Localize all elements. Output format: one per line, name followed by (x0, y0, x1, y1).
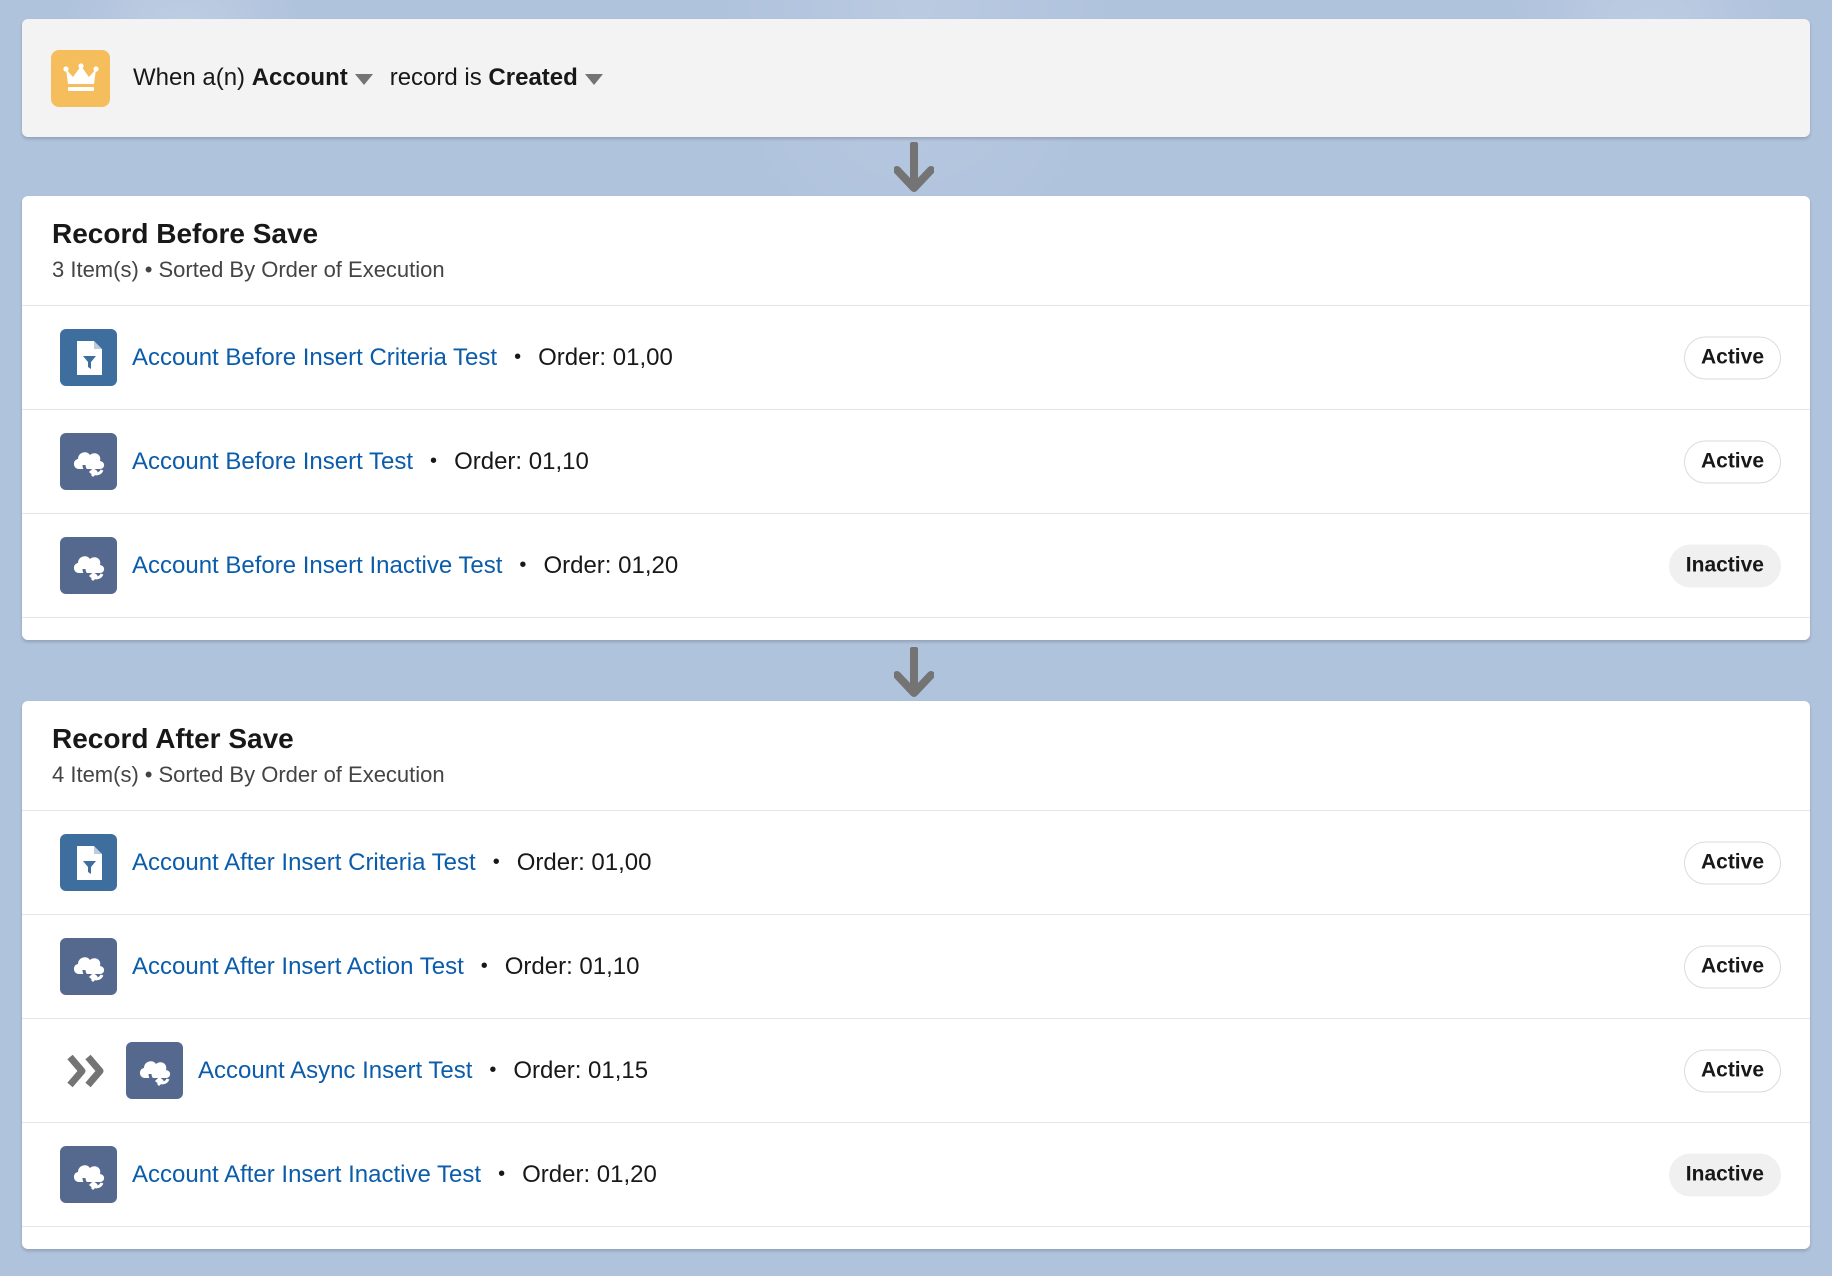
flow-cloud-icon (60, 938, 117, 995)
order-value: Order: 01,20 (543, 551, 679, 579)
list-item: Account After Insert Criteria Test • Ord… (22, 811, 1810, 915)
status-badge: Inactive (1668, 1153, 1781, 1196)
order-value: Order: 01,15 (513, 1056, 649, 1084)
flow-link[interactable]: Account Before Insert Test (132, 448, 413, 476)
separator-dot: • (144, 762, 153, 787)
separator-dot: • (514, 346, 522, 368)
section-record-after-save: Record After Save 4 Item(s) • Sorted By Or… (22, 701, 1810, 1249)
list-item: Account Before Insert Inactive Test • Or… (22, 514, 1810, 618)
section-title: Record After Save (52, 723, 294, 754)
item-count: 3 Item(s) (52, 257, 139, 282)
separator-dot: • (430, 450, 438, 472)
double-chevron-right-icon (64, 1051, 112, 1091)
arrow-down-icon (894, 647, 934, 697)
sort-label: Sorted By Order of Execution (158, 762, 445, 787)
crown-icon (51, 49, 110, 107)
status-badge: Active (1683, 841, 1781, 884)
flow-link[interactable]: Account Async Insert Test (198, 1057, 472, 1085)
flow-link[interactable]: Account After Insert Criteria Test (132, 849, 476, 877)
status-badge: Active (1683, 1049, 1781, 1092)
trigger-middle: record is (389, 64, 482, 91)
flow-criteria-icon (60, 329, 117, 386)
separator-dot: • (492, 851, 500, 873)
order-value: Order: 01,10 (454, 447, 589, 475)
list-item: Account Before Insert Criteria Test • Or… (22, 306, 1810, 410)
section-record-before-save: Record Before Save 3 Item(s) • Sorted By O… (22, 196, 1810, 640)
list-item: Account After Insert Inactive Test • Ord… (22, 1123, 1810, 1227)
separator-dot: • (144, 257, 153, 282)
flow-link[interactable]: Account After Insert Inactive Test (132, 1161, 481, 1189)
section-header: Record Before Save 3 Item(s) • Sorted By O… (22, 196, 1810, 306)
list-item: Account Async Insert Test • Order: 01,15… (22, 1019, 1810, 1123)
trigger-card: When a(n) Account record is Created (22, 19, 1810, 137)
flow-link[interactable]: Account Before Insert Criteria Test (132, 344, 497, 372)
event-select[interactable]: Created (488, 64, 577, 92)
object-chevron-down-icon[interactable] (354, 73, 373, 85)
flow-link[interactable]: Account After Insert Action Test (132, 953, 464, 981)
object-select[interactable]: Account (252, 64, 348, 92)
item-count: 4 Item(s) (52, 762, 139, 787)
flow-link[interactable]: Account Before Insert Inactive Test (132, 552, 502, 580)
event-chevron-down-icon[interactable] (584, 73, 603, 85)
list-item: Account Before Insert Test • Order: 01,1… (22, 410, 1810, 514)
flow-cloud-icon (60, 537, 117, 594)
section-header: Record After Save 4 Item(s) • Sorted By Or… (22, 701, 1810, 811)
section-subtitle: 3 Item(s) • Sorted By Order of Execution (52, 257, 1810, 283)
flow-cloud-icon (60, 433, 117, 490)
separator-dot: • (519, 554, 527, 576)
trigger-prefix: When a(n) (133, 64, 246, 91)
sort-label: Sorted By Order of Execution (158, 257, 445, 282)
order-value: Order: 01,20 (522, 1160, 657, 1188)
arrow-down-icon (894, 142, 934, 192)
flow-cloud-icon (60, 1146, 117, 1203)
status-badge: Active (1683, 945, 1781, 988)
separator-dot: • (489, 1059, 497, 1081)
status-badge: Active (1683, 440, 1781, 483)
status-badge: Inactive (1668, 544, 1781, 587)
flow-criteria-icon (60, 834, 117, 891)
section-title: Record Before Save (52, 218, 319, 249)
order-value: Order: 01,00 (538, 343, 673, 371)
section-subtitle: 4 Item(s) • Sorted By Order of Execution (52, 762, 1810, 788)
list-item: Account After Insert Action Test • Order… (22, 915, 1810, 1019)
flow-cloud-icon (126, 1042, 183, 1099)
separator-dot: • (498, 1163, 506, 1185)
order-value: Order: 01,10 (504, 952, 640, 980)
trigger-description: When a(n) Account record is Created (133, 64, 620, 92)
order-value: Order: 01,00 (516, 848, 652, 876)
separator-dot: • (480, 955, 488, 977)
status-badge: Active (1683, 336, 1781, 379)
